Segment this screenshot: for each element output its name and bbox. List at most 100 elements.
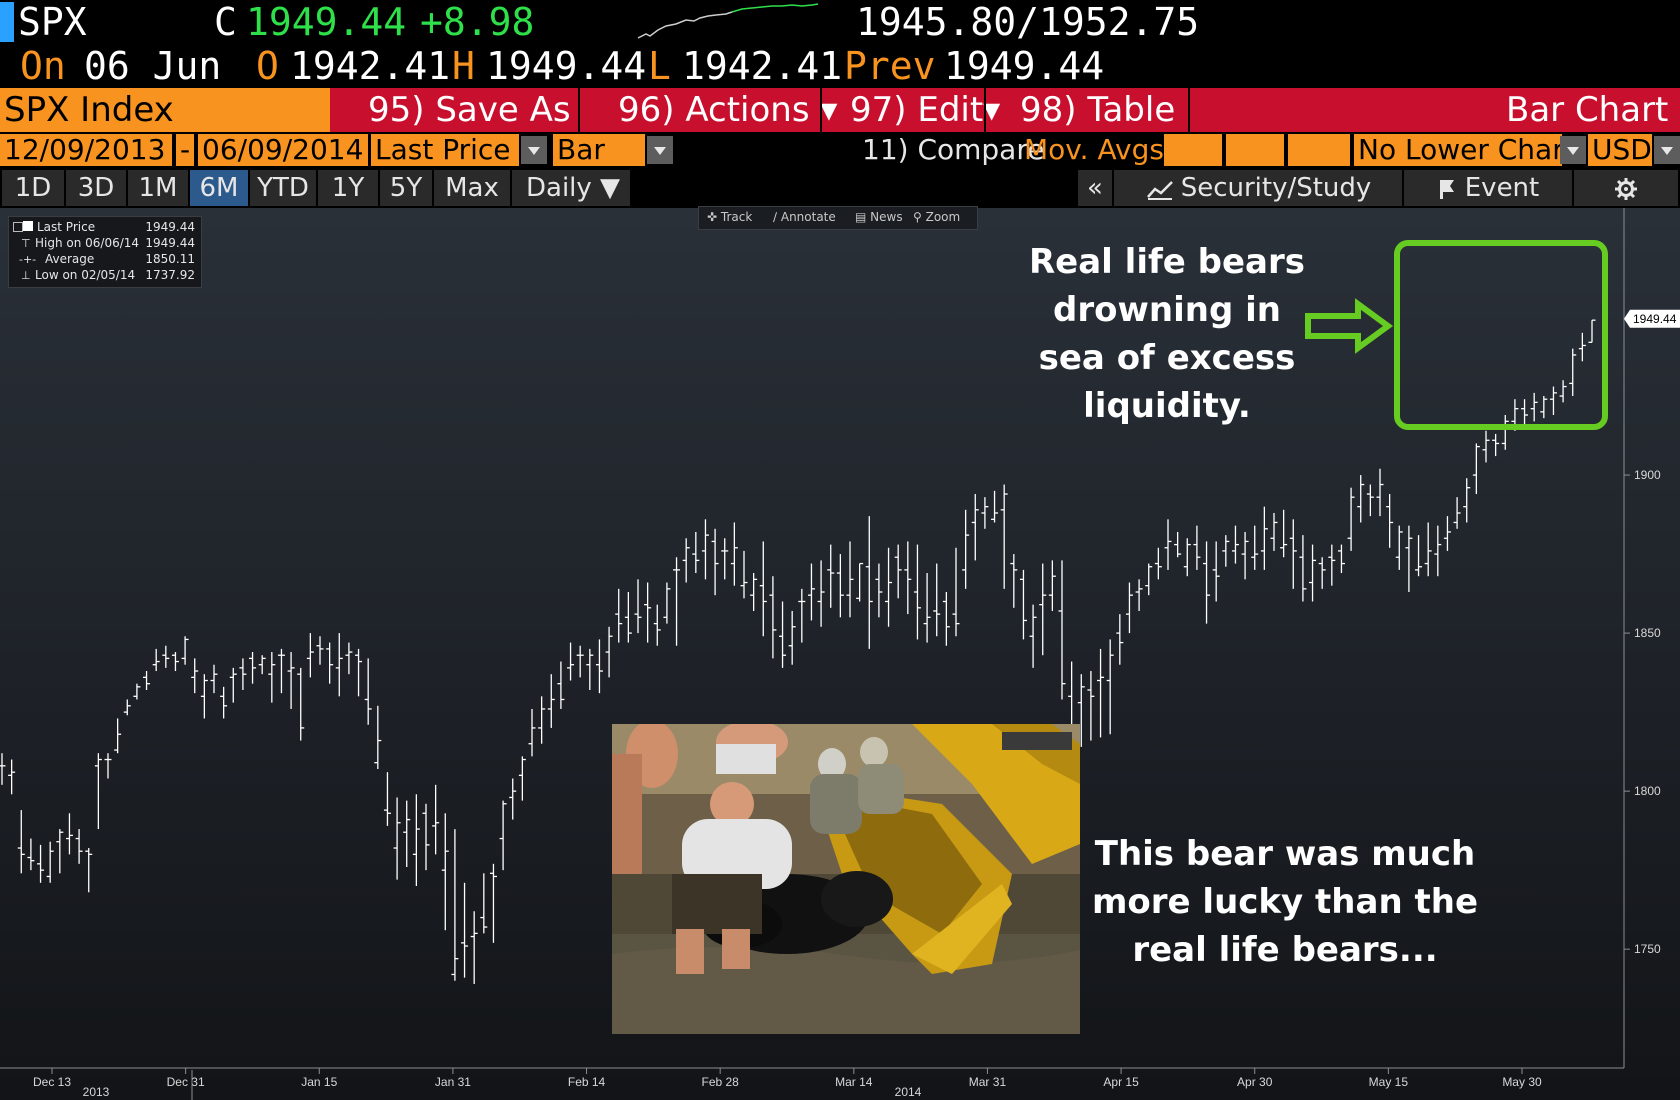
- annotation-bottom: This bear was much more lucky than the r…: [1080, 830, 1490, 974]
- low-price: 1942.41: [682, 44, 843, 88]
- price-change: +8.98: [420, 0, 535, 44]
- empty-field[interactable]: [1226, 134, 1284, 166]
- y-tick-label: 1750: [1634, 942, 1661, 956]
- menu-divider: [578, 88, 580, 132]
- settings-button[interactable]: [1574, 170, 1678, 206]
- security-field[interactable]: SPX Index: [0, 88, 330, 132]
- highlight-box: [1394, 240, 1608, 430]
- style-dropdown-icon[interactable]: [647, 136, 673, 164]
- menu-divider: [984, 88, 986, 132]
- zoom-button[interactable]: ⚲ Zoom: [913, 210, 960, 224]
- period-tabs: 1D 3D 1M 6M YTD 1Y 5Y Max Daily ▼ « Secu…: [0, 168, 1680, 208]
- x-tick-label: Apr 15: [1103, 1075, 1139, 1089]
- empty-field[interactable]: [1288, 134, 1350, 166]
- currency-dropdown-icon[interactable]: [1654, 136, 1680, 164]
- annotate-label: Annotate: [780, 210, 836, 224]
- actions-menu[interactable]: 96) Actions ▾: [618, 88, 837, 132]
- legend-label: High on 06/06/14: [35, 236, 140, 250]
- legend-label: Last Price: [37, 220, 96, 234]
- on-label: On: [20, 44, 66, 88]
- green-arrow-icon: [1305, 298, 1394, 354]
- close-price: 1949.44: [246, 0, 407, 44]
- currency-select[interactable]: USD: [1588, 134, 1652, 166]
- legend-value: 1737.92: [145, 268, 195, 282]
- legend-value: 1949.44: [145, 220, 195, 234]
- prev-price: 1949.44: [944, 44, 1105, 88]
- menu-divider: [1188, 88, 1190, 132]
- legend-label: Average: [45, 252, 95, 266]
- flag-icon: [1439, 179, 1454, 199]
- x-tick-label: Apr 30: [1237, 1075, 1273, 1089]
- zoom-label: Zoom: [925, 210, 961, 224]
- x-tick-label: Feb 14: [568, 1075, 606, 1089]
- field-dropdown-icon[interactable]: [521, 136, 547, 164]
- save-as-button[interactable]: 95) Save As: [368, 88, 571, 132]
- collapse-toggle[interactable]: «: [1078, 170, 1112, 206]
- chart-line-icon: [1146, 180, 1173, 200]
- gear-icon: [1615, 177, 1637, 200]
- close-label: C: [214, 0, 237, 44]
- compare-button[interactable]: 11) Compare: [862, 134, 1044, 166]
- legend-value: 1850.11: [145, 252, 195, 266]
- x-tick-label: May 15: [1369, 1075, 1409, 1089]
- chart-legend: Last Price 1949.44 ⊤ High on 06/06/14 19…: [8, 216, 202, 288]
- table-button[interactable]: 98) Table: [1020, 88, 1175, 132]
- period-tab-5y[interactable]: 5Y: [380, 170, 432, 206]
- x-tick-label: Jan 31: [435, 1075, 471, 1089]
- lower-chart-select[interactable]: No Lower Chart: [1354, 134, 1562, 166]
- low-marker-icon: ⊥: [21, 269, 31, 282]
- period-tab-6m[interactable]: 6M: [190, 170, 248, 206]
- intraday-sparkline: [637, 3, 819, 39]
- lower-chart-dropdown-icon[interactable]: [1560, 136, 1586, 164]
- field-select[interactable]: Last Price: [371, 134, 519, 166]
- prev-label: Prev: [844, 44, 936, 88]
- track-button[interactable]: ✜ Track: [707, 210, 752, 224]
- frequency-select[interactable]: Daily ▼: [512, 170, 630, 206]
- empty-field[interactable]: [1164, 134, 1222, 166]
- track-label: Track: [720, 210, 753, 224]
- date-range-separator: -: [176, 134, 194, 166]
- chart-toolbar: ✜ Track ∕ Annotate ▤ News ⚲ Zoom: [698, 206, 978, 230]
- legend-label: Low on 02/05/14: [35, 268, 136, 282]
- x-tick-label: Dec 13: [33, 1075, 71, 1089]
- chart-controls: 12/09/2013 - 06/09/2014 Last Price Bar 1…: [0, 132, 1680, 168]
- legend-swatch: [23, 221, 33, 231]
- period-tab-3d[interactable]: 3D: [66, 170, 126, 206]
- y-tick-label: 1800: [1634, 784, 1661, 798]
- period-tab-max[interactable]: Max: [434, 170, 510, 206]
- y-tick-label: 1850: [1634, 626, 1661, 640]
- legend-collapse-icon[interactable]: [13, 222, 23, 232]
- average-marker-icon: -+-: [19, 253, 37, 266]
- end-date-input[interactable]: 06/09/2014: [198, 134, 368, 166]
- high-marker-icon: ⊤: [21, 237, 31, 250]
- annotate-button[interactable]: ∕ Annotate: [773, 210, 836, 224]
- period-tab-1m[interactable]: 1M: [128, 170, 188, 206]
- security-study-label: Security/Study: [1180, 173, 1372, 203]
- high-price: 1949.44: [486, 44, 647, 88]
- chart-type-label: Bar Chart: [1506, 90, 1669, 130]
- mov-avgs-button[interactable]: Mov. Avgs: [1024, 134, 1164, 166]
- security-study-tab[interactable]: Security/Study: [1114, 170, 1402, 206]
- quote-header: SPX C 1949.44 +8.98 1945.80/1952.75 On 0…: [0, 0, 1680, 88]
- year-label: 2013: [83, 1085, 110, 1099]
- news-button[interactable]: ▤ News: [855, 210, 903, 224]
- period-tab-ytd[interactable]: YTD: [250, 170, 316, 206]
- event-tab[interactable]: Event: [1404, 170, 1572, 206]
- security-name: SPX Index: [4, 90, 174, 130]
- open-price: 1942.41: [290, 44, 451, 88]
- period-tab-1d[interactable]: 1D: [2, 170, 64, 206]
- annotation-line: sea of excess: [1038, 338, 1296, 378]
- ticker-symbol[interactable]: SPX: [18, 0, 87, 44]
- edit-menu[interactable]: 97) Edit▾: [850, 88, 1000, 132]
- x-tick-label: Feb 28: [702, 1075, 740, 1089]
- annotation-line: This bear was much: [1094, 834, 1476, 874]
- menu-divider: [820, 88, 822, 132]
- start-date-input[interactable]: 12/09/2013: [0, 134, 172, 166]
- event-label: Event: [1464, 173, 1540, 203]
- style-select[interactable]: Bar: [553, 134, 645, 166]
- news-label: News: [870, 210, 903, 224]
- annotation-line: drowning in: [1053, 290, 1281, 330]
- high-label: H: [452, 44, 475, 88]
- y-tick-label: 1900: [1634, 468, 1661, 482]
- period-tab-1y[interactable]: 1Y: [318, 170, 378, 206]
